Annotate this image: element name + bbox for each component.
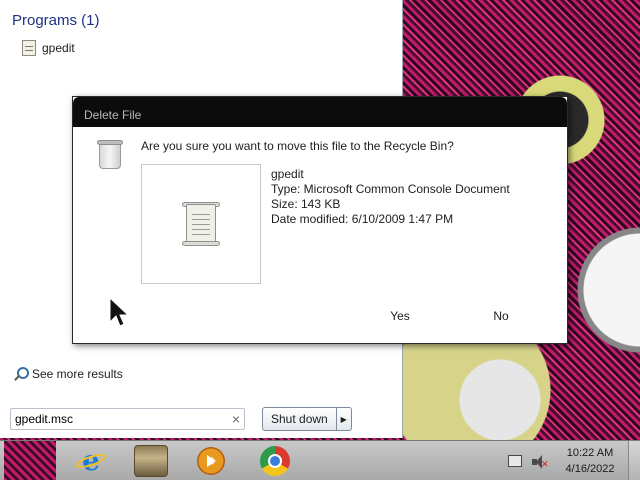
file-name: gpedit xyxy=(271,167,304,181)
clock-time: 10:22 AM xyxy=(566,447,614,459)
network-icon[interactable] xyxy=(508,455,522,467)
programs-header: Programs (1) xyxy=(12,12,100,29)
program-item-label: gpedit xyxy=(42,41,75,55)
shutdown-button-group: Shut down ▶ xyxy=(262,407,352,431)
chrome-icon[interactable] xyxy=(258,445,292,477)
search-icon xyxy=(12,366,29,382)
dialog-body: Are you sure you want to move this file … xyxy=(73,127,567,343)
clock-date: 4/16/2022 xyxy=(565,463,615,475)
file-size: Size: 143 KB xyxy=(271,197,341,211)
confirmation-question: Are you sure you want to move this file … xyxy=(141,139,454,153)
document-icon xyxy=(22,40,36,56)
clock[interactable]: 10:22 AM 4/16/2022 xyxy=(558,445,622,477)
no-button[interactable]: No xyxy=(481,309,521,323)
internet-explorer-icon[interactable]: e xyxy=(74,445,108,477)
show-desktop-button[interactable] xyxy=(628,441,640,480)
yes-button[interactable]: Yes xyxy=(380,309,420,323)
mouse-cursor-icon xyxy=(109,296,130,327)
search-input-value[interactable]: gpedit.msc xyxy=(15,412,232,426)
shutdown-options-arrow-icon[interactable]: ▶ xyxy=(337,408,351,430)
start-button[interactable] xyxy=(4,441,56,480)
shutdown-button[interactable]: Shut down xyxy=(263,408,337,430)
program-item-gpedit[interactable]: gpedit xyxy=(22,38,75,58)
file-type: Type: Microsoft Common Console Document xyxy=(271,182,510,196)
see-more-label: See more results xyxy=(32,367,123,381)
volume-muted-icon[interactable]: ✕ xyxy=(532,455,549,469)
media-player-icon[interactable] xyxy=(194,445,228,477)
clear-search-icon[interactable]: × xyxy=(232,411,240,427)
console-document-icon xyxy=(182,202,220,246)
see-more-results-link[interactable]: See more results xyxy=(12,364,123,384)
file-date-modified: Date modified: 6/10/2009 1:47 PM xyxy=(271,212,454,226)
taskbar: e ✕ 10:22 AM 4/16/2022 xyxy=(0,440,640,480)
file-info: gpedit Type: Microsoft Common Console Do… xyxy=(271,167,510,227)
recycle-bin-icon xyxy=(97,137,123,169)
dialog-title[interactable]: Delete File xyxy=(73,97,567,127)
delete-file-dialog: Delete File Are you sure you want to mov… xyxy=(72,96,568,344)
file-preview xyxy=(141,164,261,284)
windows-explorer-icon[interactable] xyxy=(134,445,168,477)
search-input[interactable]: gpedit.msc × xyxy=(10,408,245,430)
